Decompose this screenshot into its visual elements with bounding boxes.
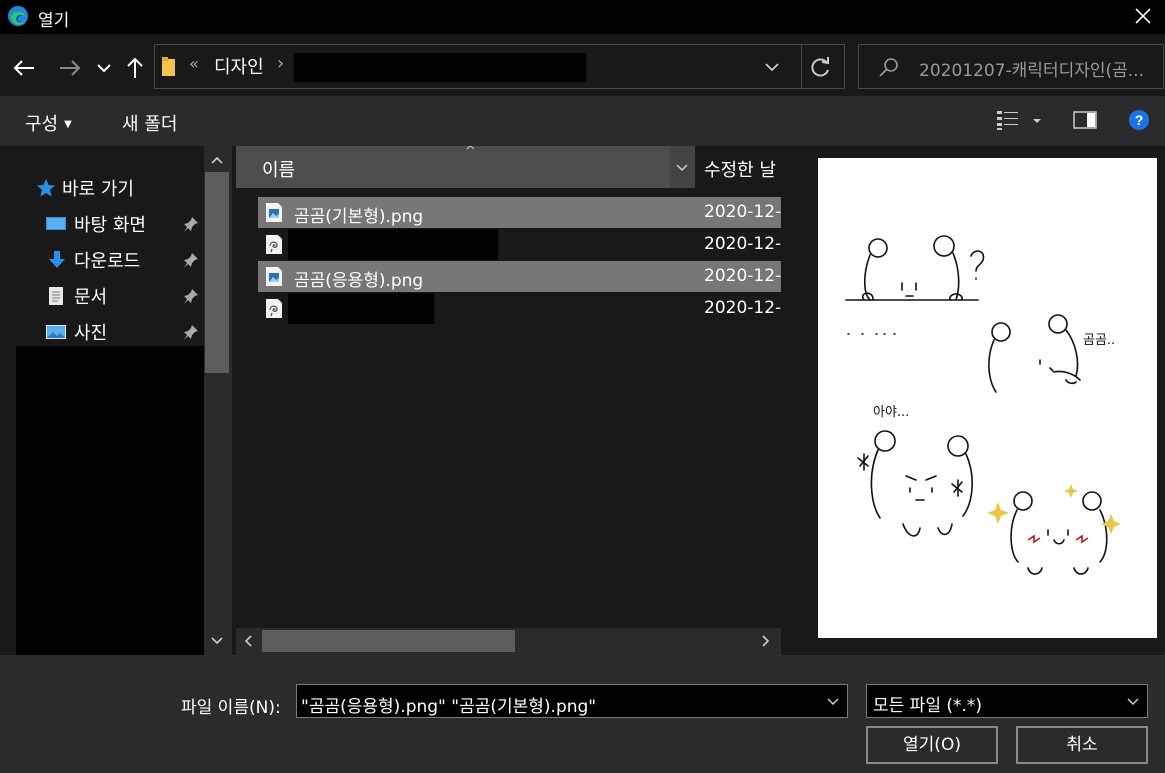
view-dropdown-caret-icon[interactable] [1028, 108, 1046, 132]
column-header: ^ 이름 수정한 날 [236, 146, 781, 188]
address-bar[interactable]: « 디자인 › [154, 44, 845, 89]
clip-studio-file-icon [266, 235, 282, 254]
organize-button[interactable]: 구성 ▼ [25, 110, 72, 136]
file-row[interactable]: 2020-12- [258, 229, 781, 260]
caret-down-icon: ▼ [64, 119, 72, 130]
up-arrow-icon[interactable] [121, 54, 149, 82]
column-header-name[interactable]: ^ 이름 [236, 146, 670, 188]
nav-item-pictures[interactable]: 사진 [0, 315, 204, 349]
new-folder-button[interactable]: 새 폴더 [122, 110, 177, 136]
open-button[interactable]: 열기(O) [866, 726, 998, 764]
chevron-down-icon [676, 164, 688, 172]
close-icon[interactable] [1129, 2, 1157, 30]
pin-icon[interactable] [182, 323, 200, 341]
cancel-button[interactable]: 취소 [1016, 726, 1148, 764]
file-row[interactable]: 곰곰(응용형).png 2020-12- [258, 261, 781, 292]
pin-icon[interactable] [182, 215, 200, 233]
scroll-up-icon[interactable] [208, 151, 226, 169]
file-date: 2020-12- [704, 202, 781, 222]
title-bar: 열기 [0, 0, 1165, 34]
navigation-pane: 바로 가기 바탕 화면 다운로드 문서 사진 [0, 146, 232, 655]
column-header-modified[interactable]: 수정한 날 [704, 156, 776, 182]
back-arrow-icon[interactable] [10, 54, 38, 82]
preview-pane-icon[interactable] [1072, 108, 1098, 132]
nav-scrollbar[interactable] [204, 146, 232, 655]
breadcrumb-separator[interactable]: › [277, 53, 284, 74]
organize-label: 구성 [25, 114, 59, 135]
search-input[interactable]: 20201207-캐릭터디자인(곰... [919, 56, 1144, 81]
bear-sketch-illustration: 곰곰.. 아야... [845, 235, 1121, 575]
nav-item-quick-access[interactable]: 바로 가기 [0, 171, 204, 205]
chevron-down-icon[interactable] [825, 693, 841, 709]
file-type-select[interactable]: 모든 파일 (*.*) [866, 684, 1148, 718]
file-list: ^ 이름 수정한 날 곰곰(기본형).png 2020-12- 2020-12-… [236, 146, 781, 655]
svg-text:?: ? [1135, 112, 1144, 128]
redacted-file-name [288, 293, 434, 324]
pin-icon[interactable] [182, 251, 200, 269]
filename-input[interactable]: "곰곰(응용형).png" "곰곰(기본형).png" [296, 684, 848, 718]
breadcrumb-overflow[interactable]: « [189, 54, 199, 73]
clip-studio-file-icon [266, 299, 282, 318]
download-icon [49, 251, 65, 268]
scrollbar-thumb[interactable] [262, 630, 515, 652]
forward-arrow-icon[interactable] [56, 54, 84, 82]
scroll-right-icon[interactable] [757, 633, 773, 649]
nav-label: 사진 [74, 323, 108, 344]
edge-browser-icon [8, 6, 28, 26]
png-file-icon [266, 203, 282, 222]
pictures-icon [46, 325, 66, 339]
sketch-text: 곰곰.. [1083, 333, 1115, 348]
file-name-panel: 파일 이름(N): "곰곰(응용형).png" "곰곰(기본형).png" 모든… [0, 655, 1165, 773]
redacted-breadcrumb [294, 53, 586, 82]
sort-ascending-icon: ^ [465, 146, 476, 159]
file-name: 곰곰(응용형).png [294, 271, 424, 291]
document-icon [49, 287, 63, 305]
filename-value[interactable]: "곰곰(응용형).png" "곰곰(기본형).png" [301, 692, 596, 717]
nav-label: 바로 가기 [62, 179, 134, 200]
png-file-icon [266, 267, 282, 286]
help-icon[interactable]: ? [1127, 108, 1153, 132]
refresh-icon[interactable] [808, 54, 834, 80]
recent-locations-chevron-icon[interactable] [91, 54, 117, 82]
file-date: 2020-12- [704, 298, 781, 318]
nav-item-desktop[interactable]: 바탕 화면 [0, 207, 204, 241]
command-toolbar: 구성 ▼ 새 폴더 ? [0, 96, 1165, 146]
scroll-left-icon[interactable] [241, 633, 257, 649]
pin-icon[interactable] [182, 287, 200, 305]
nav-label: 바탕 화면 [74, 215, 146, 236]
filename-label: 파일 이름(N): [181, 698, 281, 718]
nav-item-documents[interactable]: 문서 [0, 279, 204, 313]
desktop-icon [46, 217, 66, 230]
preview-image: 곰곰.. 아야... [818, 158, 1157, 638]
navigation-bar: « 디자인 › 20201207-캐릭터디자인(곰... [0, 34, 1165, 96]
search-box[interactable]: 20201207-캐릭터디자인(곰... [858, 44, 1164, 89]
window-title: 열기 [38, 11, 70, 31]
column-name-label: 이름 [262, 160, 296, 181]
file-name: 곰곰(기본형).png [294, 207, 424, 227]
redacted-nav-items [16, 346, 204, 655]
breadcrumb[interactable]: 디자인 [214, 53, 264, 79]
file-type-value: 모든 파일 (*.*) [873, 696, 983, 716]
scrollbar-thumb[interactable] [205, 172, 229, 373]
file-row[interactable]: 곰곰(기본형).png 2020-12- [258, 197, 781, 228]
file-date: 2020-12- [704, 234, 781, 254]
file-date: 2020-12- [704, 266, 781, 286]
horizontal-scrollbar[interactable] [236, 628, 781, 655]
redacted-file-name [288, 229, 498, 260]
search-icon [879, 58, 898, 77]
chevron-down-icon[interactable] [761, 56, 783, 78]
scroll-down-icon[interactable] [208, 632, 226, 650]
nav-label: 문서 [74, 287, 108, 308]
chevron-down-icon[interactable] [1125, 693, 1141, 709]
view-options-icon[interactable] [996, 108, 1022, 132]
nav-item-downloads[interactable]: 다운로드 [0, 243, 204, 277]
sketch-text: 아야... [873, 405, 909, 420]
file-row[interactable]: 2020-12- [258, 293, 781, 324]
folder-icon [162, 57, 175, 76]
nav-label: 다운로드 [74, 251, 141, 272]
divider [801, 45, 802, 88]
column-filter-dropdown[interactable] [670, 146, 695, 188]
star-icon [37, 179, 55, 197]
preview-pane: 곰곰.. 아야... [781, 146, 1165, 655]
